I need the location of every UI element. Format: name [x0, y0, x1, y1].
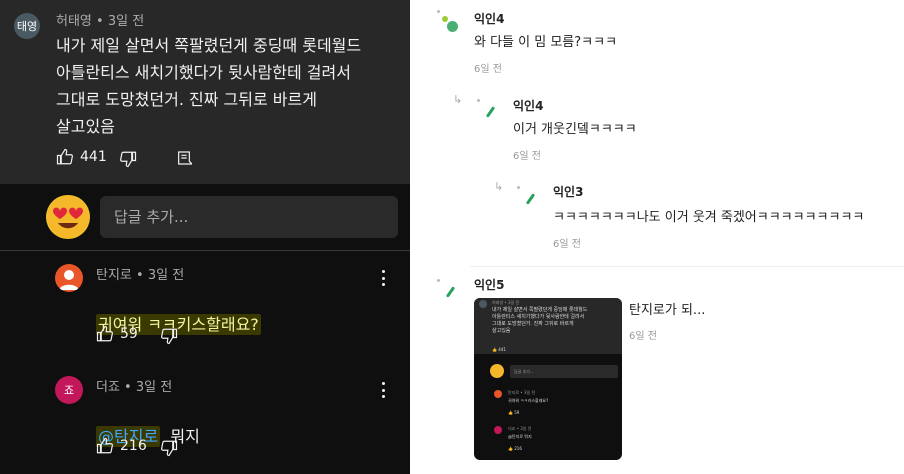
thumbs-down-icon — [120, 151, 137, 168]
comment-time: 6일 전 — [513, 151, 541, 162]
dislike-button[interactable] — [160, 327, 178, 345]
thumbs-up-icon — [56, 148, 73, 165]
comment-text: ㅋㅋㅋㅋㅋㅋㅋ나도 이거 웃겨 죽겠어ㅋㅋㅋㅋㅋㅋㅋㅋㅋ — [553, 210, 865, 225]
comment-author[interactable]: 익인3 — [553, 183, 583, 200]
comment-time: 6일 전 — [474, 64, 502, 75]
thumbs-down-icon — [161, 328, 178, 345]
comment-text: 탄지로가 되... — [629, 303, 706, 318]
like-button[interactable]: 441 — [56, 148, 107, 166]
dot-icon — [437, 279, 440, 282]
more-options-icon[interactable] — [382, 382, 386, 398]
comment-time: 6일 전 — [553, 239, 581, 250]
emoji-avatar-icon — [490, 364, 504, 378]
dislike-button[interactable] — [119, 150, 137, 168]
divider — [470, 266, 904, 267]
reply-input[interactable]: 답글 추가... — [100, 196, 398, 238]
avatar — [494, 426, 502, 434]
avatar[interactable]: 태영 — [14, 13, 40, 39]
emoji-avatar-icon — [46, 195, 90, 239]
reply-author[interactable]: 탄지로 • 3일 전 — [96, 264, 184, 283]
thumbs-up-icon — [96, 325, 113, 342]
like-button[interactable]: 216 — [96, 437, 147, 455]
thumbnail-reply-likes: 👍 216 — [508, 446, 522, 451]
thumbnail-reply-author: 탄지로 • 3일 전 — [508, 390, 536, 395]
comment-author[interactable]: 익인5 — [474, 276, 504, 293]
user-icon — [442, 16, 448, 22]
dot-icon — [517, 186, 520, 189]
dot-icon — [477, 99, 480, 102]
comment-author[interactable]: 허태영 • 3일 전 — [56, 10, 144, 29]
dislike-button[interactable] — [160, 439, 178, 457]
top-comment: 태영 허태영 • 3일 전 내가 제일 살면서 쪽팔렸던게 중딩때 롯데월드 아… — [0, 0, 410, 184]
attached-screenshot-thumbnail[interactable]: 허태영 • 3일 전 내가 제일 살면서 쪽팔렸던게 중딩때 롯데월드 아틀란티… — [474, 298, 622, 460]
divider — [0, 250, 410, 251]
thumbnail-reply-body: 귀여워 ㅋㅋ키스할래요? — [508, 398, 549, 403]
avatar[interactable]: 죠 — [55, 376, 83, 404]
thumbnail-author: 허태영 • 3일 전 — [492, 300, 520, 305]
reply-arrow-icon: ↳ — [453, 93, 463, 106]
comment-text: 이거 개웃긴뎈ㅋㅋㅋㅋ — [513, 122, 637, 137]
thumbnail-reply-author: 더죠 • 3일 전 — [508, 426, 532, 431]
reply-list-button[interactable] — [176, 150, 192, 166]
thumbs-up-icon — [96, 437, 113, 454]
avatar — [494, 390, 502, 398]
like-count: 441 — [80, 149, 107, 165]
comment-author[interactable]: 익인4 — [474, 10, 504, 27]
like-count: 216 — [120, 438, 147, 454]
thumbs-down-icon — [161, 440, 178, 457]
thumbnail-reply-likes: 👍 59 — [508, 410, 520, 415]
comment-time: 6일 전 — [629, 331, 657, 342]
avatar — [479, 300, 487, 308]
reply-author[interactable]: 더죠 • 3일 전 — [96, 376, 172, 395]
reply-arrow-icon: ↳ — [494, 180, 504, 193]
comment-body: 내가 제일 살면서 쪽팔렸던게 중딩때 롯데월드 아틀란티스 새치기했다가 뒷사… — [56, 36, 362, 136]
avatar[interactable] — [55, 264, 83, 292]
more-options-icon[interactable] — [382, 270, 386, 286]
comment-text: 와 다들 이 밈 모름?ㅋㅋㅋ — [474, 35, 618, 50]
dot-icon — [437, 10, 440, 13]
thumbnail-body: 내가 제일 살면서 쪽팔렸던게 중딩때 롯데월드 아틀란티스 새치기했다가 뒷사… — [492, 307, 588, 334]
thumbnail-likes: 👍 441 — [492, 347, 506, 352]
youtube-comment-panel: 태영 허태영 • 3일 전 내가 제일 살면서 쪽팔렸던게 중딩때 롯데월드 아… — [0, 0, 410, 474]
like-button[interactable]: 59 — [96, 325, 138, 343]
thumbnail-reply-body: @탄지로 뭐지 — [508, 434, 532, 439]
user-icon — [447, 21, 458, 32]
comment-list-icon — [178, 151, 192, 165]
like-count: 59 — [120, 326, 138, 342]
comment-author[interactable]: 익인4 — [513, 97, 543, 114]
thumbnail-reply-input: 답글 추가... — [510, 365, 618, 378]
